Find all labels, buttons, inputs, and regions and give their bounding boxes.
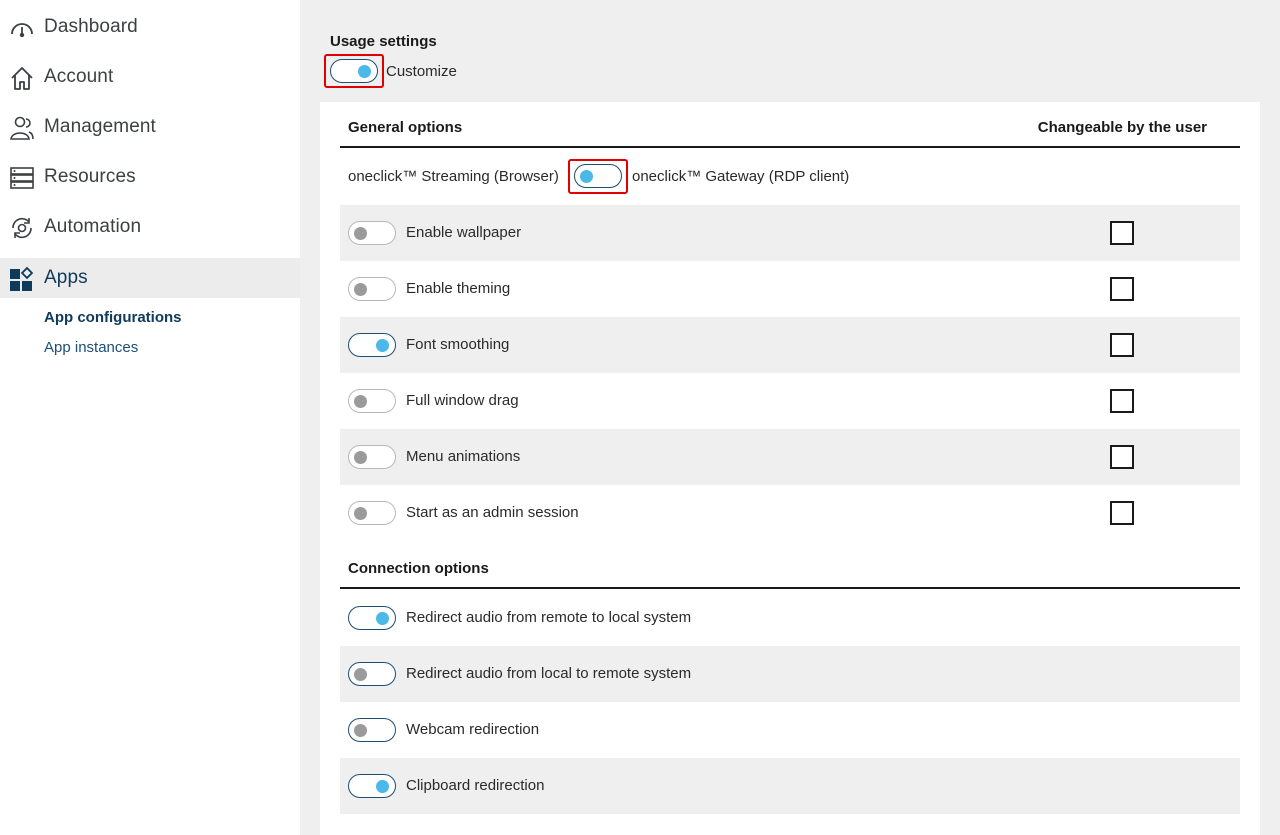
option-row-admin-session: Start as an admin session [340,485,1240,541]
gauge-icon [8,14,35,41]
toggle-knob [354,667,367,681]
toggle-knob [376,779,389,793]
highlight-box [324,54,384,88]
sidebar-item-management[interactable]: Management [0,107,300,147]
apps-icon [8,265,35,292]
toggle-knob [354,282,367,296]
general-options-title: General options [348,119,463,136]
option-label: Webcam redirection [406,721,540,738]
connection-options-header: Connection options [340,545,1240,589]
changeable-by-user-title: Changeable by the user [1037,119,1207,136]
full-window-drag-changeable-checkbox[interactable] [1110,389,1134,413]
toggle-knob [376,611,389,625]
highlight-box [568,159,628,194]
automation-icon [8,214,35,241]
option-row-audio-remote-to-local: Redirect audio from remote to local syst… [340,590,1240,646]
toggle-knob [354,226,367,240]
customize-label: Customize [386,62,457,80]
sidebar-item-account[interactable]: Account [0,57,300,97]
option-label: Menu animations [406,448,521,465]
menu-animations-changeable-checkbox[interactable] [1110,445,1134,469]
toggle-knob [354,506,367,520]
general-options-header: General options Changeable by the user [340,104,1240,148]
sidebar-item-apps[interactable]: Apps [0,258,300,298]
sidebar-item-label: Management [44,116,156,137]
home-icon [8,64,35,91]
server-icon [8,164,35,191]
option-row-menu-animations: Menu animations [340,429,1240,485]
clipboard-redirection-toggle[interactable] [348,774,396,798]
toggle-knob [354,450,367,464]
audio-remote-to-local-toggle[interactable] [348,606,396,630]
sidebar: Dashboard Account Management Resources A… [0,0,300,835]
admin-session-changeable-checkbox[interactable] [1110,501,1134,525]
option-row-webcam-redirection: Webcam redirection [340,702,1240,758]
font-smoothing-toggle[interactable] [348,333,396,357]
menu-animations-toggle[interactable] [348,445,396,469]
option-label: Redirect audio from remote to local syst… [406,609,692,626]
toggle-knob [354,723,367,737]
gateway-label: oneclick™ Gateway (RDP client) [632,168,850,185]
option-row-enable-theming: Enable theming [340,261,1240,317]
option-label: Enable wallpaper [406,224,522,241]
enable-theming-changeable-checkbox[interactable] [1110,277,1134,301]
sidebar-subitem-app-instances[interactable]: App instances [44,339,138,356]
toggle-knob [376,338,389,352]
option-row-font-smoothing: Font smoothing [340,317,1240,373]
option-row-full-window-drag: Full window drag [340,373,1240,429]
option-label: Clipboard redirection [406,777,545,794]
usage-settings-title: Usage settings [330,33,437,50]
users-icon [8,114,35,141]
sidebar-item-resources[interactable]: Resources [0,157,300,197]
enable-wallpaper-toggle[interactable] [348,221,396,245]
font-smoothing-changeable-checkbox[interactable] [1110,333,1134,357]
sidebar-item-label: Automation [44,216,142,237]
admin-session-toggle[interactable] [348,501,396,525]
sidebar-subitem-app-configurations[interactable]: App configurations [44,309,182,326]
full-window-drag-toggle[interactable] [348,389,396,413]
option-label: Start as an admin session [406,504,579,521]
connection-options-title: Connection options [348,560,489,577]
toggle-knob [354,394,367,408]
sidebar-item-dashboard[interactable]: Dashboard [0,7,300,47]
sidebar-item-label: Resources [44,166,136,187]
sidebar-item-label: Dashboard [44,16,138,37]
option-row-audio-local-to-remote: Redirect audio from local to remote syst… [340,646,1240,702]
sidebar-item-label: Apps [44,267,88,288]
option-label: Full window drag [406,392,519,409]
option-label: Font smoothing [406,336,510,353]
option-label: Redirect audio from local to remote syst… [406,665,692,682]
option-row-enable-wallpaper: Enable wallpaper [340,205,1240,261]
audio-local-to-remote-toggle[interactable] [348,662,396,686]
enable-theming-toggle[interactable] [348,277,396,301]
option-label: Enable theming [406,280,511,297]
streaming-label: oneclick™ Streaming (Browser) [348,168,559,185]
sidebar-item-automation[interactable]: Automation [0,207,300,247]
streaming-gateway-row: oneclick™ Streaming (Browser) oneclick™ … [340,149,1240,205]
option-row-clipboard-redirection: Clipboard redirection [340,758,1240,814]
webcam-redirection-toggle[interactable] [348,718,396,742]
sidebar-item-label: Account [44,66,114,87]
settings-panel: General options Changeable by the user o… [320,102,1260,835]
enable-wallpaper-changeable-checkbox[interactable] [1110,221,1134,245]
